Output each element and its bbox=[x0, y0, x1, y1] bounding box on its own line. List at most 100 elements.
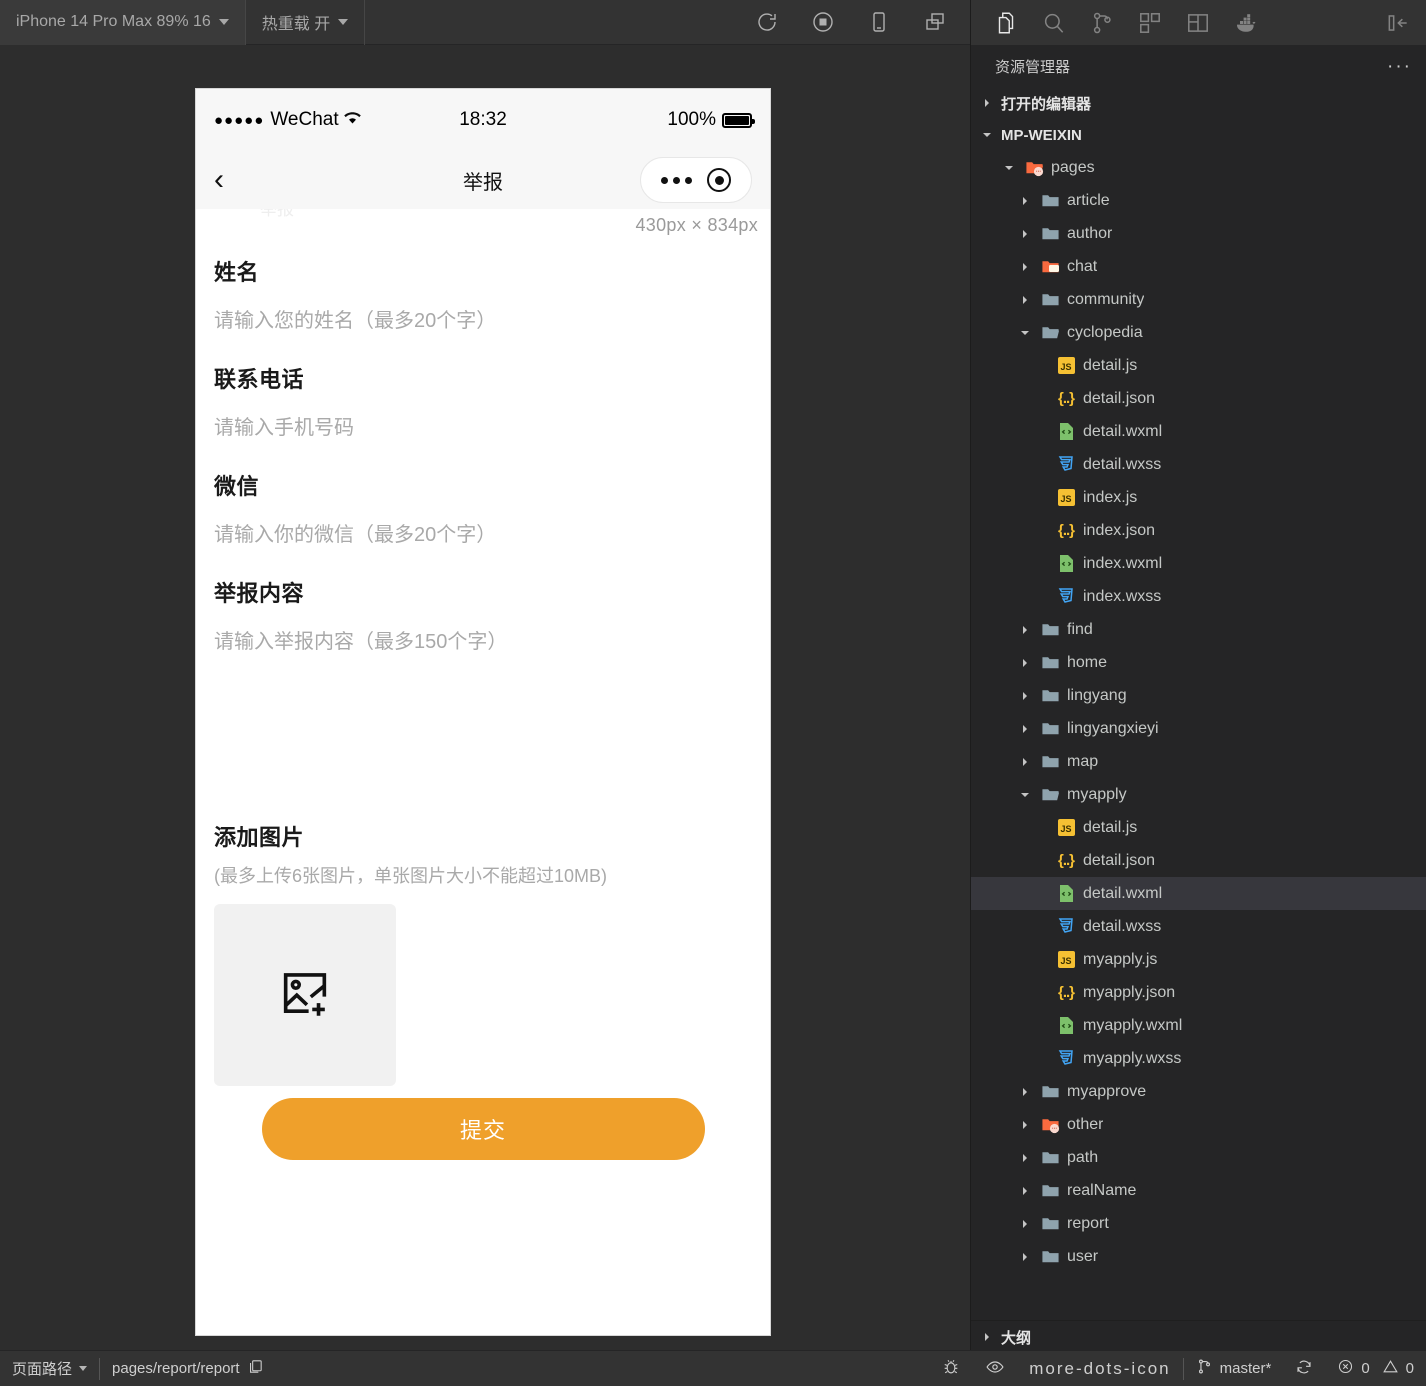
tree-folder-row[interactable]: map bbox=[971, 745, 1426, 778]
tree-item-label: detail.wxss bbox=[1083, 455, 1162, 473]
tree-file-row[interactable]: {..} index.json bbox=[971, 514, 1426, 547]
preview-button[interactable] bbox=[973, 1351, 1017, 1386]
extensions-icon[interactable] bbox=[1127, 0, 1173, 45]
tree-folder-row[interactable]: home bbox=[971, 646, 1426, 679]
tree-file-row[interactable]: JS myapply.js bbox=[971, 943, 1426, 976]
tree-file-row[interactable]: JS detail.js bbox=[971, 349, 1426, 382]
tree-folder-row[interactable]: chat bbox=[971, 250, 1426, 283]
more-dots-icon[interactable] bbox=[660, 176, 692, 184]
name-input[interactable]: 请输入您的姓名（最多20个字） bbox=[214, 304, 752, 337]
tree-file-row[interactable]: index.wxml bbox=[971, 547, 1426, 580]
tree-file-row[interactable]: index.wxss bbox=[971, 580, 1426, 613]
json-file-icon: {..} bbox=[1057, 984, 1075, 1001]
layout-icon[interactable] bbox=[1175, 0, 1221, 45]
git-branch-button[interactable]: master* bbox=[1184, 1351, 1284, 1386]
debug-button[interactable] bbox=[929, 1351, 973, 1386]
tree-folder-row[interactable]: user bbox=[971, 1240, 1426, 1273]
tree-folder-row[interactable]: find bbox=[971, 613, 1426, 646]
tree-folder-row[interactable]: lingyangxieyi bbox=[971, 712, 1426, 745]
tree-folder-row[interactable]: community bbox=[971, 283, 1426, 316]
chevron-down-icon[interactable] bbox=[1017, 325, 1033, 341]
tree-folder-row[interactable]: cyclopedia bbox=[971, 316, 1426, 349]
wxss-file-icon bbox=[1058, 588, 1073, 603]
device-selector[interactable]: iPhone 14 Pro Max 89% 16 bbox=[0, 0, 246, 45]
tree-file-row[interactable]: detail.wxml bbox=[971, 877, 1426, 910]
chevron-down-icon[interactable] bbox=[1017, 787, 1033, 803]
section-workspace-root[interactable]: MP-WEIXIN bbox=[971, 119, 1426, 151]
chevron-right-icon[interactable] bbox=[1017, 622, 1033, 638]
copy-icon[interactable] bbox=[247, 1358, 264, 1379]
problems-button[interactable]: 0 0 bbox=[1325, 1351, 1426, 1386]
wxml-file-icon bbox=[1059, 1017, 1073, 1034]
toggle-panel-icon[interactable] bbox=[1380, 0, 1426, 45]
tree-file-row[interactable]: {..} myapply.json bbox=[971, 976, 1426, 1009]
chevron-right-icon[interactable] bbox=[1017, 688, 1033, 704]
target-circle-icon[interactable] bbox=[707, 168, 732, 192]
chevron-right-icon[interactable] bbox=[1017, 292, 1033, 308]
section-open-editors[interactable]: 打开的编辑器 bbox=[971, 87, 1426, 119]
phone-input[interactable]: 请输入手机号码 bbox=[214, 411, 752, 444]
file-tree: pages article author chat community cyclopedi… bbox=[971, 151, 1426, 1320]
tree-item-label: detail.js bbox=[1083, 818, 1138, 836]
hotreload-selector[interactable]: 热重载 开 bbox=[246, 0, 366, 45]
tree-folder-row[interactable]: myapply bbox=[971, 778, 1426, 811]
folder-icon bbox=[1040, 1148, 1060, 1168]
tree-folder-row[interactable]: article bbox=[971, 184, 1426, 217]
field-label: 微信 bbox=[214, 474, 260, 499]
source-control-icon[interactable] bbox=[1079, 0, 1125, 45]
add-image-button[interactable] bbox=[214, 904, 396, 1086]
tree-folder-row[interactable]: myapprove bbox=[971, 1075, 1426, 1108]
submit-button[interactable]: 提交 bbox=[261, 1098, 705, 1160]
chevron-right-icon[interactable] bbox=[1017, 754, 1033, 770]
report-content-textarea[interactable]: 请输入举报内容（最多150个字） bbox=[214, 625, 752, 795]
tree-item-label: myapply bbox=[1067, 785, 1127, 803]
status-more-button[interactable]: more-dots-icon bbox=[1017, 1351, 1182, 1386]
multi-window-icon[interactable] bbox=[920, 7, 950, 37]
docker-icon[interactable] bbox=[1223, 0, 1269, 45]
chevron-right-icon[interactable] bbox=[1017, 1084, 1033, 1100]
chevron-down-icon[interactable] bbox=[1001, 160, 1017, 176]
chevron-right-icon[interactable] bbox=[1017, 1183, 1033, 1199]
tree-file-row[interactable]: myapply.wxss bbox=[971, 1042, 1426, 1075]
chevron-right-icon[interactable] bbox=[1017, 655, 1033, 671]
explorer-icon[interactable] bbox=[983, 0, 1029, 45]
search-icon[interactable] bbox=[1031, 0, 1077, 45]
tree-file-row[interactable]: myapply.wxml bbox=[971, 1009, 1426, 1042]
chevron-right-icon[interactable] bbox=[1017, 226, 1033, 242]
tree-file-row[interactable]: {..} detail.json bbox=[971, 844, 1426, 877]
chevron-right-icon[interactable] bbox=[1017, 1249, 1033, 1265]
section-outline[interactable]: 大纲 bbox=[971, 1320, 1426, 1353]
tree-folder-row[interactable]: realName bbox=[971, 1174, 1426, 1207]
tree-folder-row[interactable]: other bbox=[971, 1108, 1426, 1141]
page-path-value-item[interactable]: pages/report/report bbox=[100, 1351, 276, 1386]
tree-folder-row[interactable]: report bbox=[971, 1207, 1426, 1240]
tree-folder-row[interactable]: author bbox=[971, 217, 1426, 250]
tree-file-row[interactable]: JS detail.js bbox=[971, 811, 1426, 844]
stop-record-icon[interactable] bbox=[808, 7, 838, 37]
device-phone-icon[interactable] bbox=[864, 7, 894, 37]
refresh-icon[interactable] bbox=[752, 7, 782, 37]
tree-item-label: report bbox=[1067, 1214, 1109, 1232]
page-path-dropdown[interactable]: 页面路径 bbox=[0, 1351, 99, 1386]
tree-file-row[interactable]: {..} detail.json bbox=[971, 382, 1426, 415]
tree-file-row[interactable]: detail.wxss bbox=[971, 448, 1426, 481]
tree-file-row[interactable]: detail.wxml bbox=[971, 415, 1426, 448]
tree-file-row[interactable]: detail.wxss bbox=[971, 910, 1426, 943]
tree-file-row[interactable]: JS index.js bbox=[971, 481, 1426, 514]
chevron-right-icon[interactable] bbox=[1017, 193, 1033, 209]
wechat-input[interactable]: 请输入你的微信（最多20个字） bbox=[214, 518, 752, 551]
chevron-right-icon[interactable] bbox=[1017, 1150, 1033, 1166]
js-file-icon: JS bbox=[1057, 489, 1075, 506]
tree-folder-row[interactable]: lingyang bbox=[971, 679, 1426, 712]
back-button[interactable]: ‹ bbox=[214, 165, 224, 195]
chevron-right-icon[interactable] bbox=[1017, 1216, 1033, 1232]
tree-folder-row[interactable]: pages bbox=[971, 151, 1426, 184]
chevron-right-icon[interactable] bbox=[1017, 1117, 1033, 1133]
tree-folder-row[interactable]: path bbox=[971, 1141, 1426, 1174]
chevron-right-icon[interactable] bbox=[1017, 259, 1033, 275]
tree-item-label: map bbox=[1067, 752, 1099, 770]
chevron-right-icon[interactable] bbox=[1017, 721, 1033, 737]
explorer-more-actions-button[interactable]: ··· bbox=[1387, 57, 1412, 76]
sync-button[interactable] bbox=[1283, 1351, 1325, 1386]
